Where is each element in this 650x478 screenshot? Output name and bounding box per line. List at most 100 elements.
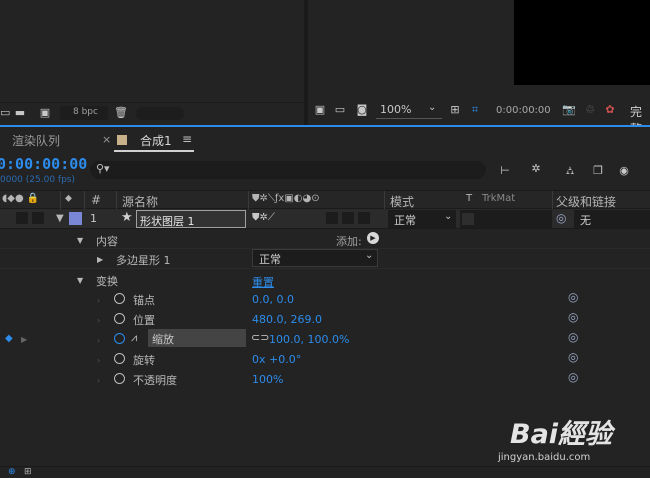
show-snapshot-icon[interactable]: ♲ <box>584 103 596 117</box>
keyframe-nav: › <box>97 376 101 385</box>
polystar-expand-toggle[interactable]: ▶ <box>97 255 103 264</box>
pick-whip-icon[interactable]: ◎ <box>568 290 578 304</box>
stopwatch-icon[interactable] <box>114 313 125 324</box>
composition-canvas[interactable] <box>514 0 650 85</box>
new-folder-icon[interactable]: ▬ <box>14 106 26 120</box>
chevron-down-icon: ⌄ <box>428 102 437 113</box>
draft-3d-icon[interactable]: ✲ <box>527 162 545 176</box>
project-scrollbar[interactable] <box>136 107 184 120</box>
close-icon[interactable]: × <box>102 133 111 146</box>
stopwatch-icon[interactable] <box>114 293 125 304</box>
keyframe-diamond-icon[interactable]: ◆ <box>5 333 13 344</box>
row-separator <box>0 268 650 269</box>
tab-composition[interactable]: 合成1 <box>140 132 172 149</box>
opacity-label: 不透明度 <box>133 374 177 387</box>
tab-render-queue[interactable]: 渲染队列 <box>12 132 60 149</box>
region-of-interest-icon[interactable]: ⊞ <box>448 103 462 117</box>
trkmat-box <box>462 213 474 225</box>
watermark-url: jingyan.baidu.com <box>498 452 591 463</box>
parent-value: 无 <box>580 214 591 227</box>
switch-box-2[interactable] <box>342 212 354 224</box>
header-parent[interactable]: 父级和链接 <box>556 193 616 210</box>
contents-label: 内容 <box>96 235 118 248</box>
trash-icon[interactable]: 🗑 <box>114 106 128 120</box>
trkmat-select[interactable] <box>460 210 552 228</box>
active-tab-underline <box>114 150 194 152</box>
monitor-icon[interactable]: ▭ <box>334 103 346 117</box>
layer-number: 1 <box>90 212 97 225</box>
always-preview-icon[interactable]: ▣ <box>314 103 326 117</box>
folder-icon[interactable]: ▭ <box>0 106 10 120</box>
pick-whip-icon[interactable]: ◎ <box>568 350 578 364</box>
next-keyframe-icon[interactable]: ▶ <box>21 335 27 344</box>
frame-blending-icon[interactable]: ❐ <box>590 164 606 178</box>
shy-layers-icon[interactable]: ⛼ <box>562 164 578 178</box>
rotation-value[interactable]: 0x +0.0° <box>252 353 301 366</box>
camera-snapshot-icon[interactable]: 📷 <box>562 103 576 117</box>
header-source-name[interactable]: 源名称 <box>122 193 158 210</box>
switch-box-1[interactable] <box>326 212 338 224</box>
keyframe-nav: › <box>97 296 101 305</box>
header-number: # <box>91 193 102 207</box>
timeline-tab-bar: 渲染队列 × 合成1 ≡ <box>0 127 650 153</box>
constrain-proportions-icon[interactable]: ⊂⊃ <box>251 331 269 344</box>
header-mode[interactable]: 模式 <box>390 193 414 210</box>
color-channel-icon[interactable]: ✿ <box>604 103 616 117</box>
header-trkmat[interactable]: TrkMat <box>482 193 515 204</box>
bpc-button[interactable]: 8 bpc <box>60 106 108 120</box>
layer-expand-toggle[interactable]: ▼ <box>56 213 64 224</box>
switches-icon[interactable]: ⛊✲⟍ƒx▣◐◕⊙ <box>252 193 320 204</box>
viewer-timecode[interactable]: 0:00:00:00 <box>496 105 551 116</box>
new-composition-icon[interactable]: ▣ <box>36 106 54 120</box>
chevron-down-icon: ⌄ <box>444 211 453 222</box>
current-time-display[interactable]: 0:00:00:00 <box>0 155 87 173</box>
panel-menu-icon[interactable]: ≡ <box>182 132 192 146</box>
contents-expand-toggle[interactable]: ▼ <box>77 236 83 245</box>
mode-select[interactable]: 正常 ⌄ <box>388 210 456 228</box>
anchor-label: 锚点 <box>133 294 155 307</box>
opacity-value[interactable]: 100% <box>252 373 283 386</box>
reset-link[interactable]: 重置 <box>252 274 274 290</box>
switch-box-3[interactable] <box>358 212 370 224</box>
visibility-toggle[interactable] <box>16 212 28 224</box>
solo-toggle[interactable] <box>32 212 44 224</box>
add-label: 添加: <box>336 235 362 248</box>
composition-mini-flowchart-icon[interactable]: ⊢ <box>497 164 513 178</box>
pick-whip-icon[interactable]: ◎ <box>568 330 578 344</box>
position-value[interactable]: 480.0, 269.0 <box>252 313 322 326</box>
stopwatch-icon[interactable] <box>114 373 125 384</box>
stopwatch-active-icon[interactable] <box>114 333 125 344</box>
transparency-grid-icon[interactable]: ⌗ <box>468 103 482 117</box>
zoom-select[interactable]: 100% ⌄ <box>376 102 442 119</box>
audio-visibility-icon[interactable]: ◖◆● 🔒 <box>2 193 39 204</box>
parent-select[interactable]: 无 <box>574 210 650 228</box>
mask-visibility-icon[interactable]: ◙ <box>354 103 370 117</box>
bpc-label: 8 bpc <box>73 107 98 117</box>
pick-whip-icon[interactable]: ◎ <box>556 211 566 225</box>
viewer-toolbar: ▣ ▭ ◙ 100% ⌄ ⊞ ⌗ 0:00:00:00 📷 ♲ ✿ 完整 <box>308 100 650 136</box>
motion-blur-icon[interactable]: ◉ <box>616 164 632 178</box>
layer-label-color[interactable] <box>69 212 82 225</box>
blend-mode-select[interactable]: 正常 ⌄ <box>252 249 378 267</box>
toggle-switches-icon[interactable]: ⊕ <box>8 467 16 477</box>
anchor-value[interactable]: 0.0, 0.0 <box>252 293 294 306</box>
search-input[interactable]: ⚲▾ <box>90 161 486 179</box>
add-button[interactable]: ▶ <box>367 232 379 244</box>
graph-icon[interactable]: ⩘ <box>131 331 137 345</box>
layer-row[interactable] <box>0 209 650 229</box>
layer-name-field[interactable]: 形状图层 1 <box>136 210 246 228</box>
blend-mode-value: 正常 <box>259 253 281 266</box>
scale-label: 缩放 <box>152 333 174 346</box>
scale-label-highlight[interactable]: 缩放 <box>148 329 246 347</box>
transform-expand-toggle[interactable]: ▼ <box>77 276 83 285</box>
toggle-modes-icon[interactable]: ⊞ <box>24 467 32 477</box>
stopwatch-icon[interactable] <box>114 353 125 364</box>
layer-switch-icons[interactable]: ⛊✲⟋ <box>252 212 275 223</box>
label-icon[interactable]: ⬥ <box>65 193 72 204</box>
timeline-header-row: ◖◆● 🔒 ⬥ # 源名称 ⛊✲⟍ƒx▣◐◕⊙ 模式 T TrkMat 父级和链… <box>0 190 650 210</box>
frame-rate-display: 0000 (25.00 fps) <box>0 175 75 185</box>
pick-whip-icon[interactable]: ◎ <box>568 310 578 324</box>
scale-value[interactable]: 100.0, 100.0% <box>269 333 349 346</box>
layer-name: 形状图层 1 <box>140 215 195 228</box>
pick-whip-icon[interactable]: ◎ <box>568 370 578 384</box>
